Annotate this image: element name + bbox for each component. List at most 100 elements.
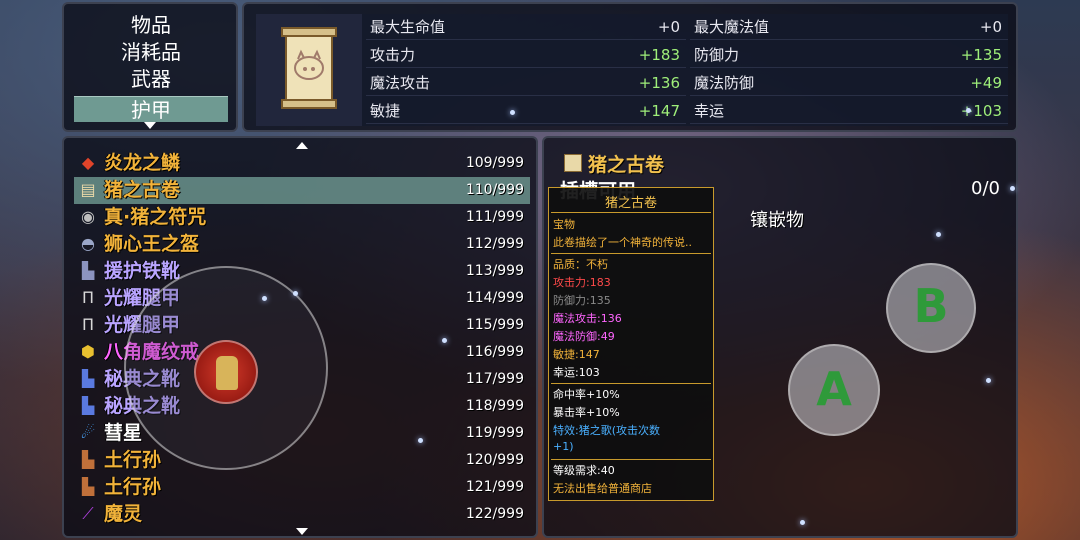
stat-label: 魔法防御 xyxy=(694,74,755,92)
item-name: 炎龙之鳞 xyxy=(104,152,181,174)
b-button-label: B xyxy=(913,279,949,333)
joystick-knob[interactable] xyxy=(194,340,258,404)
boots-icon: ▙ xyxy=(81,477,95,496)
item-count: 115/999 xyxy=(465,317,524,333)
stat-value: +147 xyxy=(638,102,680,120)
item-count: 121/999 xyxy=(465,479,524,495)
category-panel: 物品 消耗品 武器 护甲 xyxy=(62,2,238,132)
item-count: 109/999 xyxy=(465,155,524,171)
list-item[interactable]: ▙ 土行孙 120/999 xyxy=(74,447,530,474)
stat-label: 攻击力 xyxy=(370,46,416,64)
stat-magic-attack: 魔法攻击 +136 xyxy=(366,70,686,96)
a-button-label: A xyxy=(816,362,852,416)
stat-defense: 防御力 +135 xyxy=(690,42,1008,68)
tooltip-line: 此卷描绘了一个神奇的传说.. xyxy=(553,236,692,249)
sparkle-particle xyxy=(966,108,971,113)
stat-luck: 幸运 +103 xyxy=(690,98,1008,124)
helmet-icon: ◓ xyxy=(81,234,95,253)
item-name: 土行孙 xyxy=(104,449,162,471)
sparkle-particle xyxy=(418,438,423,443)
inlay-label: 镶嵌物 xyxy=(750,210,804,231)
tooltip-title: 猪之古卷 xyxy=(604,196,657,211)
item-count: 110/999 xyxy=(465,182,524,198)
item-count: 120/999 xyxy=(465,452,524,468)
category-armor[interactable]: 护甲 xyxy=(74,96,228,122)
b-button[interactable]: B xyxy=(886,263,976,353)
item-count: 114/999 xyxy=(465,290,524,306)
scroll-icon: ▤ xyxy=(80,180,96,199)
item-count: 112/999 xyxy=(465,236,524,252)
stat-value: +135 xyxy=(960,46,1002,64)
item-name: 猪之古卷 xyxy=(104,179,181,201)
item-count: 113/999 xyxy=(465,263,524,279)
category-items[interactable]: 物品 xyxy=(74,12,228,38)
tooltip-divider xyxy=(551,459,711,460)
sparkle-particle xyxy=(510,110,515,115)
boots-icon: ▙ xyxy=(81,261,95,280)
ring-icon: ⬢ xyxy=(81,342,95,361)
stat-value: +183 xyxy=(638,46,680,64)
tooltip-line: 无法出售给普通商店 xyxy=(553,482,652,495)
list-item[interactable]: ▤ 猪之古卷 110/999 xyxy=(74,177,530,204)
stats-grid: 最大生命值 +0 最大魔法值 +0 攻击力 +183 防御力 +135 魔法攻击… xyxy=(256,14,1008,126)
sparkle-particle xyxy=(936,232,941,237)
tooltip-divider xyxy=(551,212,711,213)
stat-magic-defense: 魔法防御 +49 xyxy=(690,70,1008,96)
stat-value: +0 xyxy=(979,18,1002,36)
tooltip-line: 宝物 xyxy=(553,218,575,231)
sparkle-particle xyxy=(442,338,447,343)
boots-icon: ▙ xyxy=(81,369,95,388)
category-scroll-down-icon[interactable] xyxy=(144,122,156,129)
stat-label: 幸运 xyxy=(694,102,725,120)
item-name: 狮心王之盔 xyxy=(104,233,200,255)
list-scroll-down-icon[interactable] xyxy=(296,528,308,535)
tooltip-divider xyxy=(551,253,711,254)
stat-max-hp: 最大生命值 +0 xyxy=(366,14,686,40)
socket-count: 0/0 xyxy=(971,178,1000,199)
tooltip-line: 魔法防御:49 xyxy=(553,330,615,343)
list-item[interactable]: ▙ 援护铁靴 113/999 xyxy=(74,258,530,285)
tooltip-line: 防御力:135 xyxy=(553,294,611,307)
tooltip-line: 暴击率+10% xyxy=(553,406,620,419)
leg-armor-icon: Π xyxy=(81,288,95,307)
tooltip-line: 等级需求:40 xyxy=(553,464,615,477)
a-button[interactable]: A xyxy=(788,344,880,436)
charm-icon: ◉ xyxy=(81,207,95,226)
item-count: 122/999 xyxy=(465,506,524,522)
stat-attack: 攻击力 +183 xyxy=(366,42,686,68)
boots-icon: ▙ xyxy=(81,396,95,415)
list-item[interactable]: ◉ 真·猪之符咒 111/999 xyxy=(74,204,530,231)
stat-label: 防御力 xyxy=(694,46,740,64)
item-name: 真·猪之符咒 xyxy=(104,206,207,228)
stats-panel: 最大生命值 +0 最大魔法值 +0 攻击力 +183 防御力 +135 魔法攻击… xyxy=(242,2,1018,132)
item-count: 118/999 xyxy=(465,398,524,414)
tooltip-line: 幸运:103 xyxy=(553,366,600,379)
detail-item-name: 猪之古卷 xyxy=(588,154,665,176)
wand-icon: ⟋ xyxy=(82,504,94,523)
sparkle-particle xyxy=(262,296,267,301)
sparkle-particle xyxy=(986,378,991,383)
character-avatar-icon xyxy=(216,356,238,390)
list-item[interactable]: ◓ 狮心王之盔 112/999 xyxy=(74,231,530,258)
stat-label: 最大生命值 xyxy=(370,18,446,36)
stat-label: 最大魔法值 xyxy=(694,18,770,36)
list-item[interactable]: ▙ 土行孙 121/999 xyxy=(74,474,530,501)
virtual-joystick[interactable] xyxy=(124,266,328,470)
tooltip-line: 攻击力:183 xyxy=(553,276,611,289)
list-item[interactable]: ◆ 炎龙之鳞 109/999 xyxy=(74,150,530,177)
category-weapons[interactable]: 武器 xyxy=(74,66,228,92)
boots-icon: ▙ xyxy=(81,450,95,469)
item-name: 魔灵 xyxy=(104,503,143,525)
item-name: 彗星 xyxy=(104,422,143,444)
list-item[interactable]: ⟋ 魔灵 122/999 xyxy=(74,501,530,528)
stat-label: 魔法攻击 xyxy=(370,74,431,92)
sparkle-particle xyxy=(293,291,298,296)
sparkle-particle xyxy=(1010,186,1015,191)
list-scroll-up-icon[interactable] xyxy=(296,142,308,149)
tooltip-line: 命中率+10% xyxy=(553,388,620,401)
category-consumables[interactable]: 消耗品 xyxy=(74,39,228,65)
tooltip-divider xyxy=(551,383,711,384)
item-count: 119/999 xyxy=(465,425,524,441)
tooltip-line: 特效:猪之歌(攻击次数 xyxy=(553,424,660,437)
tooltip-line: 魔法攻击:136 xyxy=(553,312,622,325)
